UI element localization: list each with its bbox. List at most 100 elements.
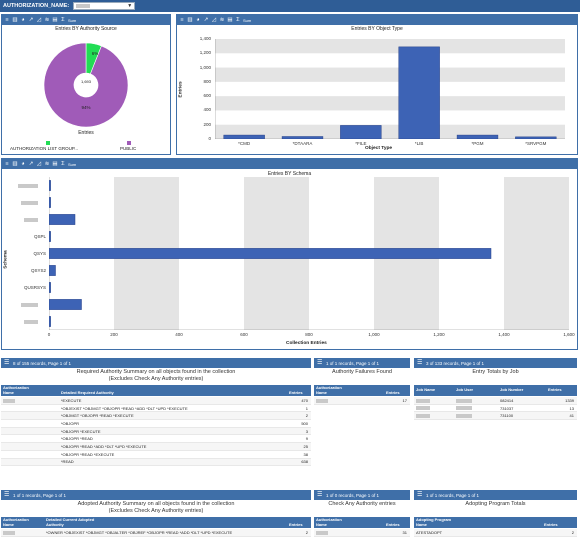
bar[interactable] bbox=[49, 282, 51, 293]
bar[interactable] bbox=[49, 248, 492, 259]
prog-grid-columns: Adopting Program Name Entries bbox=[414, 517, 577, 528]
redacted-value bbox=[3, 530, 15, 535]
redacted-value bbox=[316, 530, 328, 535]
col-job-name[interactable]: Job Name bbox=[416, 387, 435, 393]
sum-label: Sum bbox=[243, 17, 252, 23]
table-icon[interactable]: ▤ bbox=[52, 17, 58, 23]
bar[interactable] bbox=[49, 231, 51, 242]
entries-cell: 9 bbox=[305, 436, 308, 442]
grid-menu-icon[interactable]: ☰ bbox=[4, 360, 10, 366]
bar[interactable] bbox=[49, 265, 56, 276]
authority-cell: *OWNER *OBJEXIST *OBJMGT *OBJALTER *OBJR… bbox=[46, 529, 233, 535]
job-grid-columns: Job Name Job User Job Number Entries bbox=[414, 385, 577, 396]
col-detail[interactable]: Detailed Current Adopted Authority bbox=[46, 517, 106, 527]
line-chart-icon[interactable]: ↗ bbox=[28, 17, 34, 23]
sum-icon[interactable]: Σ bbox=[235, 17, 241, 23]
area-chart-icon[interactable]: ◿ bbox=[36, 161, 42, 167]
bar[interactable] bbox=[49, 180, 51, 191]
stacked-chart-icon[interactable]: ≋ bbox=[44, 17, 50, 23]
table-icon[interactable]: ▤ bbox=[227, 17, 233, 23]
settings-icon[interactable]: ≡ bbox=[4, 17, 10, 23]
select-value-redacted bbox=[76, 4, 91, 8]
bar[interactable] bbox=[281, 136, 324, 140]
bar[interactable] bbox=[49, 316, 51, 327]
col-entries[interactable]: Entries bbox=[386, 390, 400, 396]
entries-cell: 1 bbox=[305, 405, 308, 411]
line-chart-icon[interactable]: ↗ bbox=[28, 161, 34, 167]
job-number-cell: 731037 bbox=[500, 405, 514, 411]
col-job-number[interactable]: Job Number bbox=[500, 387, 523, 393]
grid-menu-icon[interactable]: ☰ bbox=[4, 492, 10, 498]
entries-cell: 13 bbox=[569, 405, 574, 411]
chart-toolbar: ≡ ▥ ◕ ↗ ◿ ≋ ▤ Σ Sum bbox=[177, 15, 577, 25]
bar[interactable] bbox=[456, 134, 499, 139]
col-auth-name[interactable]: Authorization Name bbox=[3, 517, 33, 527]
col-entries[interactable]: Entries bbox=[544, 522, 558, 528]
area-chart-icon[interactable]: ◿ bbox=[211, 17, 217, 23]
col-job-user[interactable]: Job User bbox=[456, 387, 473, 393]
settings-icon[interactable]: ≡ bbox=[179, 17, 185, 23]
bar[interactable] bbox=[398, 46, 440, 139]
table-row: 082414 1339 bbox=[414, 397, 577, 405]
donut-center-label: 1,693 bbox=[80, 79, 91, 84]
area-chart-icon[interactable]: ◿ bbox=[36, 17, 42, 23]
grid-menu-icon[interactable]: ☰ bbox=[417, 492, 423, 498]
col-auth-name[interactable]: Authorization Name bbox=[316, 517, 346, 527]
redacted-value bbox=[316, 398, 328, 403]
grid-menu-icon[interactable]: ☰ bbox=[317, 492, 323, 498]
table-row: *OBJOPR *EXECUTE 3 bbox=[1, 427, 311, 436]
sum-icon[interactable]: Σ bbox=[60, 161, 66, 167]
fail-grid-columns: Authorization Name Entries bbox=[314, 385, 410, 396]
sum-label: Sum bbox=[68, 161, 77, 167]
grid-menu-icon[interactable]: ☰ bbox=[417, 360, 423, 366]
bar[interactable] bbox=[223, 134, 265, 139]
authorization-name-select[interactable]: ▼ bbox=[73, 2, 136, 10]
bar[interactable] bbox=[49, 197, 51, 208]
pie-chart-icon[interactable]: ◕ bbox=[195, 17, 201, 23]
pie-chart-icon[interactable]: ◕ bbox=[20, 17, 26, 23]
x-tick-label: *CMD bbox=[238, 141, 251, 146]
job-grid-header: ☰ 3 of 133 records, Page 1 of 1 bbox=[414, 358, 577, 368]
sum-icon[interactable]: Σ bbox=[60, 17, 66, 23]
redacted-value bbox=[456, 413, 472, 418]
col-detail[interactable]: Detailed Required Authority bbox=[61, 390, 114, 396]
col-program-name[interactable]: Adopting Program Name bbox=[416, 517, 456, 527]
col-entries[interactable]: Entries bbox=[289, 390, 303, 396]
pie-chart-icon[interactable]: ◕ bbox=[20, 161, 26, 167]
col-entries[interactable]: Entries bbox=[289, 522, 303, 528]
line-chart-icon[interactable]: ↗ bbox=[203, 17, 209, 23]
entries-cell: 38 bbox=[303, 451, 308, 457]
grid-menu-icon[interactable]: ☰ bbox=[317, 360, 323, 366]
bar-chart-icon[interactable]: ▥ bbox=[12, 161, 18, 167]
bar[interactable] bbox=[49, 299, 82, 310]
table-row: 17 bbox=[314, 397, 410, 405]
slice-small-label: 6% bbox=[91, 51, 99, 56]
table-icon[interactable]: ▤ bbox=[52, 161, 58, 167]
job-grid-title: Entry Totals by Job bbox=[472, 369, 519, 375]
bar[interactable] bbox=[49, 214, 76, 225]
col-entries[interactable]: Entries bbox=[386, 522, 400, 528]
entries-cell: 17 bbox=[402, 397, 407, 403]
y-tick-label: QSYS bbox=[33, 250, 46, 256]
bar-chart-icon[interactable]: ▥ bbox=[187, 17, 193, 23]
schema-panel: ≡ ▥ ◕ ↗ ◿ ≋ ▤ Σ Sum Entries BY Schema Sc… bbox=[1, 158, 578, 350]
bar[interactable] bbox=[340, 125, 382, 139]
col-entries[interactable]: Entries bbox=[548, 387, 562, 393]
col-auth-name[interactable]: Authorization Name bbox=[316, 385, 346, 395]
redacted-schema-label bbox=[21, 200, 38, 205]
bar[interactable] bbox=[515, 136, 557, 139]
stacked-chart-icon[interactable]: ≋ bbox=[219, 17, 225, 23]
x-axis-label: Object Type bbox=[365, 146, 393, 151]
settings-icon[interactable]: ≡ bbox=[4, 161, 10, 167]
fail-grid-header: ☰ 1 of 1 records, Page 1 of 1 bbox=[314, 358, 410, 368]
y-axis-label: Entries bbox=[178, 81, 184, 98]
bar-chart-icon[interactable]: ▥ bbox=[12, 17, 18, 23]
object-type-panel: ≡ ▥ ◕ ↗ ◿ ≋ ▤ Σ Sum Entries BY Object Ty… bbox=[176, 14, 578, 155]
stacked-chart-icon[interactable]: ≋ bbox=[44, 161, 50, 167]
redacted-value bbox=[416, 398, 430, 403]
check-grid-title: Check Any Authority entries bbox=[328, 501, 396, 507]
col-auth-name[interactable]: Authorization Name bbox=[3, 385, 33, 395]
legend-label-public: PUBLIC bbox=[120, 146, 137, 151]
entries-cell: 2 bbox=[305, 413, 308, 419]
check-grid-header: ☰ 1 of 0 records, Page 1 of 1 bbox=[314, 490, 410, 500]
